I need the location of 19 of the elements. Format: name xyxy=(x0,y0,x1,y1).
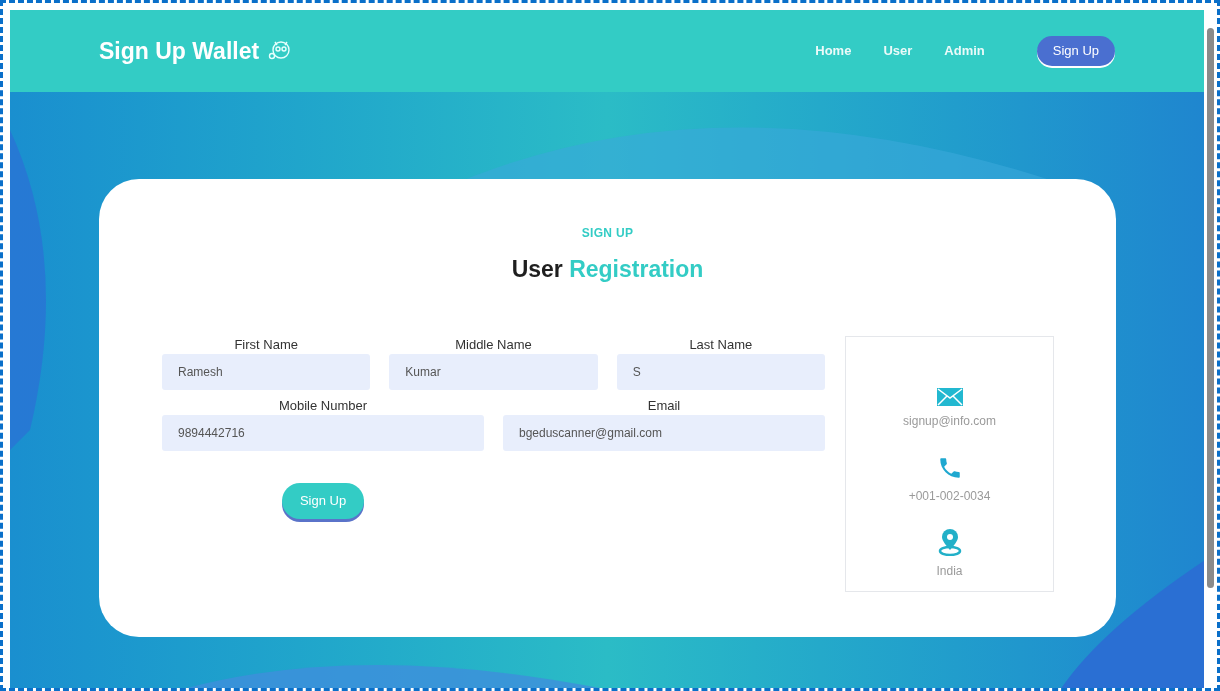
contact-text: +001-002-0034 xyxy=(908,487,991,505)
input-field[interactable]: Ramesh xyxy=(162,353,371,390)
section-eyebrow: SIGN UP xyxy=(580,225,635,242)
contact-text: signup@info.com xyxy=(903,412,996,430)
input-field[interactable]: S xyxy=(616,353,825,390)
field-label: Last Name xyxy=(689,335,753,354)
signup-nav-button[interactable]: Sign Up xyxy=(1036,36,1115,66)
scrollbar-thumb[interactable] xyxy=(1207,28,1214,588)
contact-text: India xyxy=(936,562,963,580)
field-label: Middle Name xyxy=(455,335,532,354)
form-heading: User Registration xyxy=(510,255,705,284)
input-field[interactable]: Kumar xyxy=(389,353,598,390)
input-field[interactable]: bgeduscanner@gmail.com xyxy=(503,414,825,451)
field-label: Email xyxy=(647,396,681,415)
field-label: First Name xyxy=(234,335,298,354)
field-label: Mobile Number xyxy=(278,396,368,415)
input-field[interactable]: 9894442716 xyxy=(162,414,484,451)
location-pin-icon xyxy=(936,527,963,556)
envelope-icon xyxy=(936,387,963,406)
